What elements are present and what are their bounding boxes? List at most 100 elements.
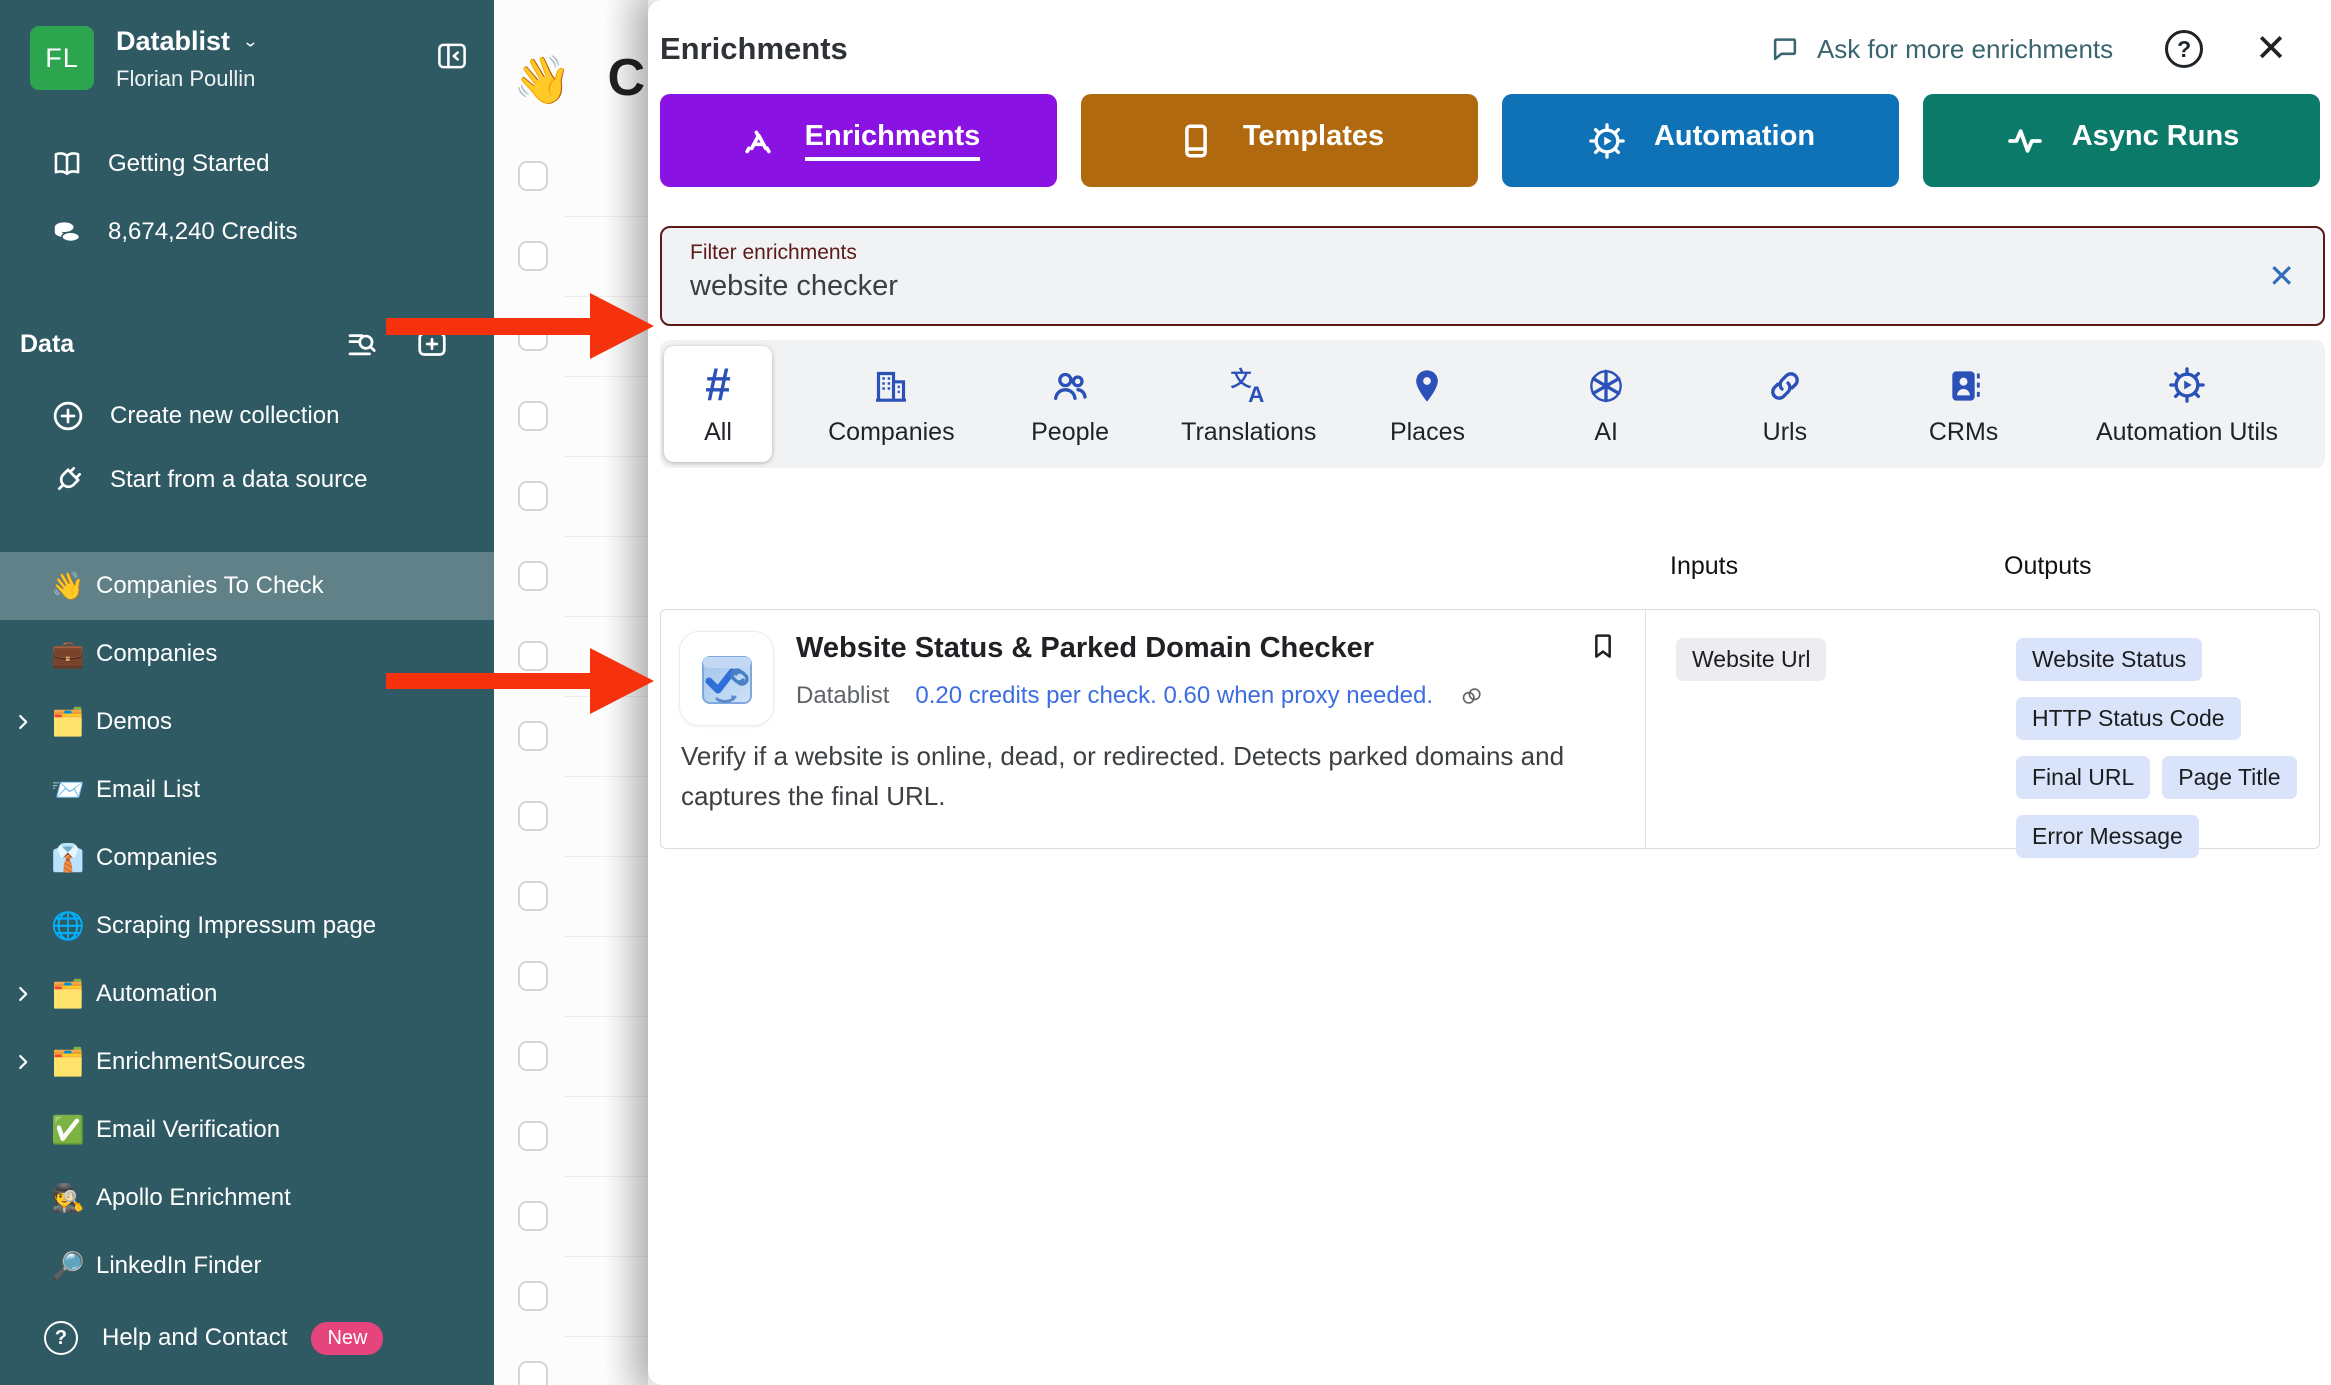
map-pin-icon — [1407, 362, 1447, 406]
sidebar-action-create-new-collection[interactable]: Create new collection — [0, 384, 494, 448]
collection-emoji-icon: 🗂️ — [48, 706, 88, 738]
category-tab-all[interactable]: #All — [664, 346, 772, 462]
avatar: FL — [30, 26, 94, 90]
category-tab-label: Translations — [1181, 418, 1316, 447]
category-tab-label: CRMs — [1929, 418, 1998, 447]
row-checkbox[interactable] — [518, 481, 548, 511]
row-checkbox[interactable] — [518, 161, 548, 191]
sidebar-item-scraping-impressum-page[interactable]: 🌐Scraping Impressum page — [0, 892, 494, 960]
help-circle-icon: ? — [2165, 30, 2203, 68]
sidebar-action-start-from-a-data-source[interactable]: Start from a data source — [0, 448, 494, 512]
page-title-partial: C — [608, 48, 646, 108]
category-tab-people[interactable]: People — [981, 362, 1160, 447]
credits-label: 8,674,240 Credits — [108, 218, 297, 246]
user-name: Florian Poullin — [116, 66, 434, 92]
sidebar: FL Datablist ⌄ Florian Poullin — [0, 0, 494, 1385]
sidebar-item-demos[interactable]: 🗂️Demos — [0, 688, 494, 756]
nav-button-automation[interactable]: Automation — [1502, 94, 1899, 187]
output-chip: HTTP Status Code — [2016, 697, 2241, 740]
filter-enrichments-input[interactable] — [690, 270, 2140, 303]
openai-icon — [1586, 362, 1626, 406]
sidebar-item-getting-started[interactable]: Getting Started — [0, 136, 494, 192]
enrichment-price-link[interactable]: 0.20 credits per check. 0.60 when proxy … — [915, 682, 1433, 710]
enrichments-modal: Enrichments Ask for more enrichments ? ✕ — [648, 0, 2331, 1385]
chevron-right-icon[interactable] — [12, 983, 34, 1005]
filter-box: Filter enrichments ✕ — [660, 226, 2325, 326]
category-tab-urls[interactable]: Urls — [1696, 362, 1875, 447]
category-tab-automation-utils[interactable]: Automation Utils — [2053, 362, 2321, 447]
collection-label: LinkedIn Finder — [96, 1252, 261, 1280]
category-tab-label: Urls — [1763, 418, 1807, 447]
nav-button-label: Templates — [1243, 120, 1384, 161]
modal-title: Enrichments — [660, 31, 848, 67]
circle-plus-icon — [50, 398, 86, 434]
ask-label: Ask for more enrichments — [1817, 34, 2113, 65]
category-tab-crms[interactable]: CRMs — [1874, 362, 2053, 447]
sidebar-item-automation[interactable]: 🗂️Automation — [0, 960, 494, 1028]
sidebar-item-email-verification[interactable]: ✅Email Verification — [0, 1096, 494, 1164]
row-checkbox[interactable] — [518, 1281, 548, 1311]
svg-text:A: A — [1248, 381, 1264, 405]
modal-help-button[interactable]: ? — [2165, 30, 2203, 68]
collection-emoji-icon: 📨 — [48, 774, 88, 806]
enrichment-title: Website Status & Parked Domain Checker — [796, 632, 1625, 665]
modal-close-button[interactable]: ✕ — [2255, 30, 2287, 68]
nav-button-templates[interactable]: Templates — [1081, 94, 1478, 187]
workspace-switcher[interactable]: FL Datablist ⌄ Florian Poullin — [0, 0, 494, 92]
row-checkbox[interactable] — [518, 881, 548, 911]
collection-label: Scraping Impressum page — [96, 912, 376, 940]
row-checkbox[interactable] — [518, 961, 548, 991]
row-checkbox[interactable] — [518, 721, 548, 751]
gear-play-icon — [2166, 362, 2208, 406]
row-checkbox[interactable] — [518, 401, 548, 431]
page-title: 👋 C — [513, 48, 645, 108]
action-label: Start from a data source — [110, 466, 367, 494]
sidebar-item-enrichmentsources[interactable]: 🗂️ EnrichmentSources — [0, 1028, 494, 1096]
sidebar-item-companies[interactable]: 👔Companies — [0, 824, 494, 892]
sidebar-item-help[interactable]: ? Help and Contact New — [0, 1305, 494, 1371]
sidebar-item-credits[interactable]: 8,674,240 Credits — [0, 204, 494, 260]
category-tab-translations[interactable]: 文A Translations — [1159, 362, 1338, 447]
collection-emoji-icon: 🗂️ — [48, 978, 88, 1010]
output-chip: Final URL — [2016, 756, 2150, 799]
collection-emoji-icon: 👋 — [48, 570, 88, 602]
row-checkbox[interactable] — [518, 561, 548, 591]
row-checkbox[interactable] — [518, 1201, 548, 1231]
collapse-sidebar-icon[interactable] — [434, 38, 470, 74]
row-checkbox[interactable] — [518, 641, 548, 671]
row-checkbox[interactable] — [518, 241, 548, 271]
translate-icon: 文A — [1229, 362, 1269, 406]
clear-filter-icon[interactable]: ✕ — [2268, 257, 2295, 295]
row-checkbox[interactable] — [518, 1121, 548, 1151]
outputs-column-header: Outputs — [2004, 552, 2092, 581]
collection-label: EnrichmentSources — [96, 1048, 305, 1076]
chevron-right-icon[interactable] — [12, 711, 34, 733]
contact-card-icon — [1944, 362, 1984, 406]
sidebar-item-linkedin-finder[interactable]: 🔎 LinkedIn Finder — [0, 1232, 494, 1300]
row-checkbox[interactable] — [518, 1041, 548, 1071]
nav-button-enrichments[interactable]: Enrichments — [660, 94, 1057, 187]
sidebar-item-email-list[interactable]: 📨Email List — [0, 756, 494, 824]
ask-for-enrichments-link[interactable]: Ask for more enrichments — [1769, 33, 2113, 65]
row-checkbox[interactable] — [518, 1361, 548, 1385]
collection-emoji-icon: 🗂️ — [48, 1046, 88, 1078]
chevron-right-icon[interactable] — [12, 1051, 34, 1073]
bookmark-icon[interactable] — [1587, 630, 1619, 662]
result-inputs: Website Url — [1646, 610, 1996, 848]
output-chip: Error Message — [2016, 815, 2199, 858]
building-icon — [871, 362, 911, 406]
nav-button-label: Automation — [1654, 120, 1815, 161]
sidebar-item-companies-to-check[interactable]: 👋Companies To Check — [0, 552, 494, 620]
modal-nav-buttons: Enrichments Templates Automation Async Runs — [660, 94, 2320, 187]
search-collections-icon[interactable] — [344, 326, 380, 362]
nav-button-async-runs[interactable]: Async Runs — [1923, 94, 2320, 187]
collection-emoji-icon: 🔎 — [48, 1250, 88, 1282]
category-tab-companies[interactable]: Companies — [802, 362, 981, 447]
category-tab-ai[interactable]: AI — [1517, 362, 1696, 447]
row-checkbox[interactable] — [518, 801, 548, 831]
category-tab-label: AI — [1594, 418, 1618, 447]
collection-label: Apollo Enrichment — [96, 1184, 291, 1212]
result-card[interactable]: Website Status & Parked Domain Checker D… — [660, 609, 2320, 849]
sidebar-item-apollo-enrichment[interactable]: 🕵️Apollo Enrichment — [0, 1164, 494, 1232]
category-tab-places[interactable]: Places — [1338, 362, 1517, 447]
